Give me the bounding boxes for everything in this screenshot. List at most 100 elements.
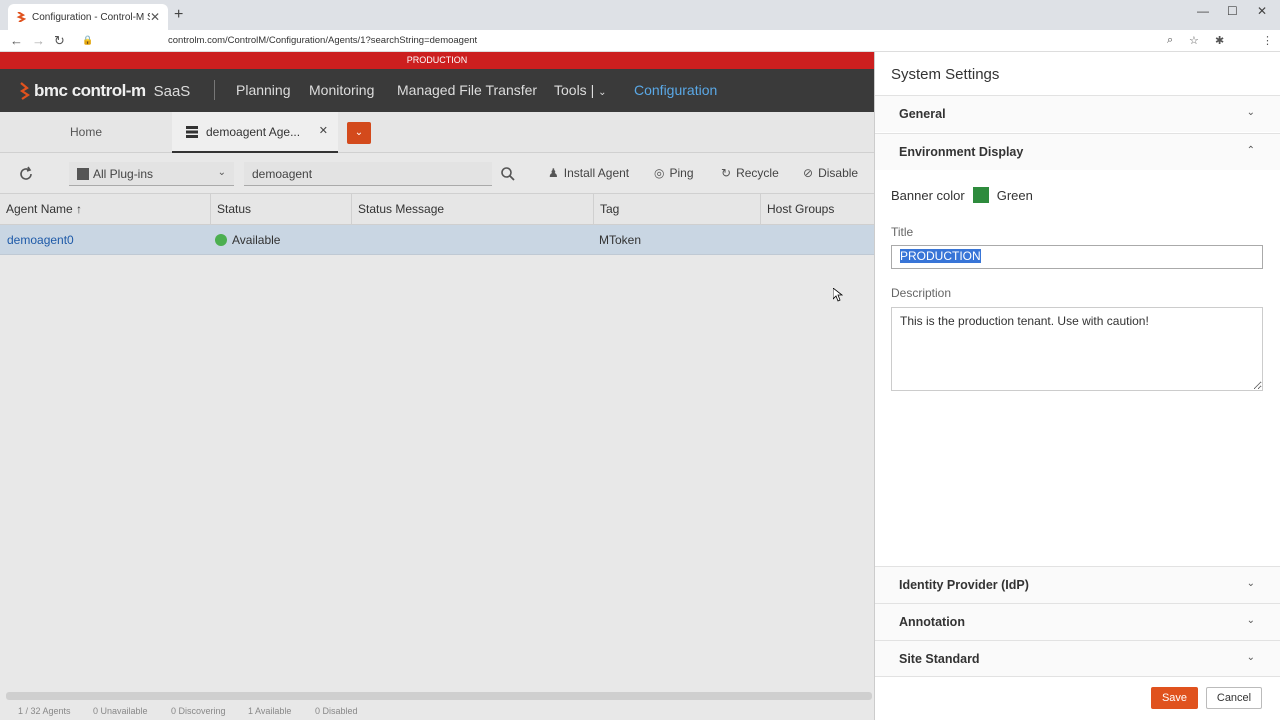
table-row[interactable]: demoagent0 Available MToken (0, 225, 874, 255)
status-discovering: 0 Discovering (171, 706, 226, 716)
description-label: Description (891, 286, 952, 300)
nav-tools[interactable]: Tools | ⌄ (554, 82, 607, 98)
mouse-cursor-icon (833, 288, 843, 302)
plugins-select[interactable]: All Plug-ins ⌄ (69, 162, 234, 186)
extensions-icon[interactable]: ✱ (1215, 34, 1224, 47)
chevron-up-icon: ⌃ (1246, 145, 1255, 156)
banner-color-value: Green (996, 187, 1033, 203)
back-icon[interactable]: ← (10, 33, 23, 48)
browser-menu-icon[interactable]: ⋮ (1262, 34, 1273, 47)
bmc-control-m-logo[interactable]: bmc control-m SaaS (18, 81, 190, 101)
title-input-value: PRODUCTION (900, 249, 981, 263)
status-bar: 1 / 32 Agents 0 Unavailable 0 Discoverin… (0, 702, 874, 720)
minimize-icon[interactable]: — (1197, 4, 1209, 18)
chevron-down-icon: ⌄ (217, 167, 226, 178)
tab-agents-label: demoagent Age... (206, 124, 301, 139)
section-site-standard[interactable]: Site Standard ⌄ (875, 640, 1280, 677)
lock-icon: 🔒 (82, 35, 94, 45)
host-groups-cell (761, 225, 767, 255)
tabs-dropdown-button[interactable]: ⌄ (347, 122, 371, 144)
section-general[interactable]: General ⌄ (875, 95, 1280, 132)
address-bar: ← → ↻ 🔒 controlm.com/ControlM/Configurat… (0, 30, 1280, 77)
banner-color-swatch[interactable] (972, 187, 989, 203)
status-cell: Available (209, 225, 280, 255)
nav-configuration[interactable]: Configuration (634, 82, 717, 98)
close-tab-agents-icon[interactable]: ✕ (319, 124, 328, 137)
recycle-icon: ↻ (721, 166, 732, 180)
chevron-down-icon: ⌄ (1246, 578, 1255, 589)
ping-button[interactable]: ◎ Ping (654, 166, 694, 180)
tag-cell: MToken (599, 233, 642, 247)
disable-button[interactable]: ⊘ Disable (803, 166, 858, 180)
column-agent-name[interactable]: Agent Name ↑ (0, 194, 211, 225)
disable-icon: ⊘ (803, 166, 814, 180)
new-tab-icon[interactable]: + (174, 6, 183, 24)
maximize-icon[interactable]: ☐ (1227, 4, 1238, 18)
section-identity-provider[interactable]: Identity Provider (IdP) ⌄ (875, 566, 1280, 603)
search-icon[interactable] (500, 166, 516, 182)
status-total: 1 / 32 Agents (18, 706, 71, 716)
column-host-groups[interactable]: Host Groups (761, 194, 874, 225)
logo-brand: bmc (34, 81, 68, 100)
column-status[interactable]: Status (211, 194, 352, 225)
chevron-down-icon: ⌄ (1246, 107, 1255, 118)
save-button[interactable]: Save (1151, 687, 1198, 709)
section-environment-display[interactable]: Environment Display ⌃ (875, 133, 1280, 170)
ping-icon: ◎ (654, 166, 665, 180)
status-cell-label: Available (232, 233, 281, 247)
nav-planning[interactable]: Planning (236, 82, 291, 98)
refresh-icon[interactable] (18, 166, 34, 182)
title-input[interactable]: PRODUCTION (891, 245, 1263, 269)
search-input[interactable] (244, 162, 492, 186)
install-agent-button[interactable]: ♟ Install Agent (548, 166, 629, 180)
column-agent-name-label: Agent Name (6, 202, 73, 216)
section-site-label: Site Standard (899, 652, 980, 666)
status-message-cell (352, 225, 358, 255)
install-agent-label: Install Agent (563, 166, 630, 180)
forward-icon[interactable]: → (32, 33, 45, 48)
nav-tools-label: Tools | (554, 82, 595, 98)
bmc-favicon-icon (16, 12, 26, 22)
tab-home[interactable]: Home (0, 112, 172, 153)
reload-icon[interactable]: ↻ (54, 33, 65, 49)
sort-ascending-icon: ↑ (76, 202, 83, 216)
tab-agents[interactable]: demoagent Age... ✕ (172, 112, 338, 153)
horizontal-scrollbar[interactable] (6, 692, 872, 700)
logo-edition: SaaS (153, 82, 191, 100)
nav-managed-file-transfer[interactable]: Managed File Transfer (397, 82, 537, 98)
browser-tab-bar: Configuration - Control-M SaaS ✕ + — ☐ ✕ (0, 0, 1280, 30)
banner-color-row: Banner color Green (891, 187, 1033, 203)
url-field[interactable]: controlm.com/ControlM/Configuration/Agen… (168, 35, 477, 46)
agents-toolbar: All Plug-ins ⌄ ♟ Install Agent ◎ Ping ↻ Rec… (0, 154, 874, 194)
section-environment-label: Environment Display (899, 145, 1024, 159)
agent-name-cell[interactable]: demoagent0 (1, 225, 74, 255)
bmc-logo-icon (19, 82, 30, 100)
window-close-icon[interactable]: ✕ (1257, 4, 1267, 18)
column-tag[interactable]: Tag (594, 194, 761, 225)
chevron-down-icon: ⌄ (598, 87, 607, 98)
recycle-label: Recycle (736, 166, 779, 180)
section-annotation[interactable]: Annotation ⌄ (875, 603, 1280, 640)
column-status-message[interactable]: Status Message (352, 194, 594, 225)
disable-label: Disable (818, 166, 859, 180)
app-main: PRODUCTION bmc control-m SaaS Planning M… (0, 52, 874, 720)
ping-label: Ping (669, 166, 694, 180)
environment-banner: PRODUCTION (0, 52, 874, 69)
workspace-tabs: Home demoagent Age... ✕ ⌄ (0, 112, 874, 153)
description-textarea[interactable]: This is the production tenant. Use with … (891, 307, 1263, 391)
zoom-icon[interactable]: ⌕ (1167, 34, 1173, 47)
browser-tab[interactable]: Configuration - Control-M SaaS ✕ (8, 4, 168, 30)
status-disabled: 0 Disabled (315, 706, 358, 716)
available-check-icon (215, 233, 227, 246)
plugins-select-value: All Plug-ins (93, 166, 154, 181)
close-tab-icon[interactable]: ✕ (150, 10, 160, 24)
section-idp-label: Identity Provider (IdP) (899, 578, 1029, 592)
bookmark-star-icon[interactable]: ☆ (1189, 34, 1199, 47)
chevron-down-icon: ⌄ (354, 127, 364, 138)
cancel-button[interactable]: Cancel (1206, 687, 1262, 709)
plugin-icon (77, 167, 89, 180)
top-navigation: bmc control-m SaaS Planning Monitoring M… (0, 69, 874, 112)
chevron-down-icon: ⌄ (1246, 652, 1255, 663)
recycle-button[interactable]: ↻ Recycle (721, 166, 779, 180)
nav-monitoring[interactable]: Monitoring (309, 82, 374, 98)
